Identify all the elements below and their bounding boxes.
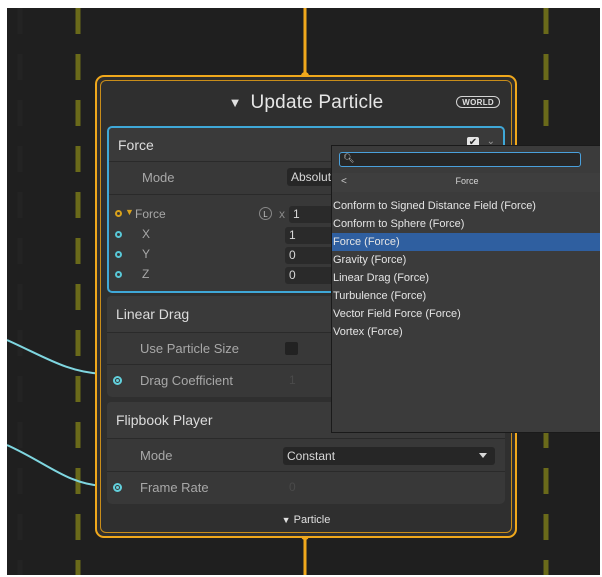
node-title-row: ▼ Update Particle [97, 89, 515, 117]
force-y-label: Y [142, 247, 151, 261]
popup-item-list: Conform to Signed Distance Field (Force)… [332, 197, 600, 341]
popup-item[interactable]: Vortex (Force) [332, 323, 600, 341]
popup-item-selected[interactable]: Force (Force) [332, 233, 600, 251]
popup-item[interactable]: Vector Field Force (Force) [332, 305, 600, 323]
drag-coefficient-field[interactable]: 1 [285, 372, 325, 389]
block-search-popup[interactable]: 🔍︎ < Force Conform to Signed Distance Fi… [331, 145, 600, 433]
frame-rate-label: Frame Rate [140, 480, 209, 495]
force-input-port[interactable] [115, 210, 122, 217]
popup-category-header: < Force [332, 173, 600, 192]
particle-icon: ▼ [228, 94, 242, 110]
popup-item[interactable]: Turbulence (Force) [332, 287, 600, 305]
graph-canvas[interactable]: ▼ Update Particle WORLD Force ✔ ⌄ Mode A… [7, 8, 600, 575]
drag-coefficient-label: Drag Coefficient [140, 373, 233, 388]
dropdown-arrow-icon [479, 453, 487, 458]
frame-rate-field[interactable]: 0 [285, 479, 325, 496]
world-space-badge[interactable]: WORLD [456, 96, 500, 108]
particle-footer-icon: ▼ [281, 515, 291, 525]
popup-search-input[interactable]: 🔍︎ [339, 152, 581, 167]
force-y-port[interactable] [115, 251, 122, 258]
force-x-port[interactable] [115, 231, 122, 238]
popup-category-title: Force [455, 176, 479, 186]
frame-rate-port[interactable] [113, 483, 122, 492]
use-particle-size-label: Use Particle Size [140, 341, 239, 356]
local-space-toggle[interactable]: L [259, 207, 272, 220]
force-x-label: X [142, 227, 151, 241]
use-particle-size-checkbox[interactable] [285, 342, 298, 355]
popup-item[interactable]: Gravity (Force) [332, 251, 600, 269]
popup-item[interactable]: Conform to Signed Distance Field (Force) [332, 197, 600, 215]
edge-frame-rate [7, 444, 104, 487]
multiplier-prefix: x [279, 207, 285, 221]
popup-item[interactable]: Linear Drag (Force) [332, 269, 600, 287]
force-mode-label: Mode [142, 169, 175, 185]
popup-item[interactable]: Conform to Sphere (Force) [332, 215, 600, 233]
node-footer: ▼ Particle [97, 514, 515, 526]
search-icon: 🔍︎ [343, 153, 355, 163]
node-title: Update Particle [250, 92, 384, 113]
drag-coefficient-port[interactable] [113, 376, 122, 385]
flipbook-mode-label: Mode [140, 447, 173, 463]
force-z-port[interactable] [115, 271, 122, 278]
force-z-label: Z [142, 267, 150, 281]
expand-triangle-icon[interactable]: ▼ [125, 207, 134, 217]
particle-footer-label: Particle [293, 514, 331, 526]
edge-drag-coefficient [7, 339, 104, 375]
flipbook-mode-dropdown[interactable]: Constant [283, 447, 495, 465]
flipbook-mode-value: Constant [287, 449, 336, 463]
force-label: Force [135, 207, 166, 221]
